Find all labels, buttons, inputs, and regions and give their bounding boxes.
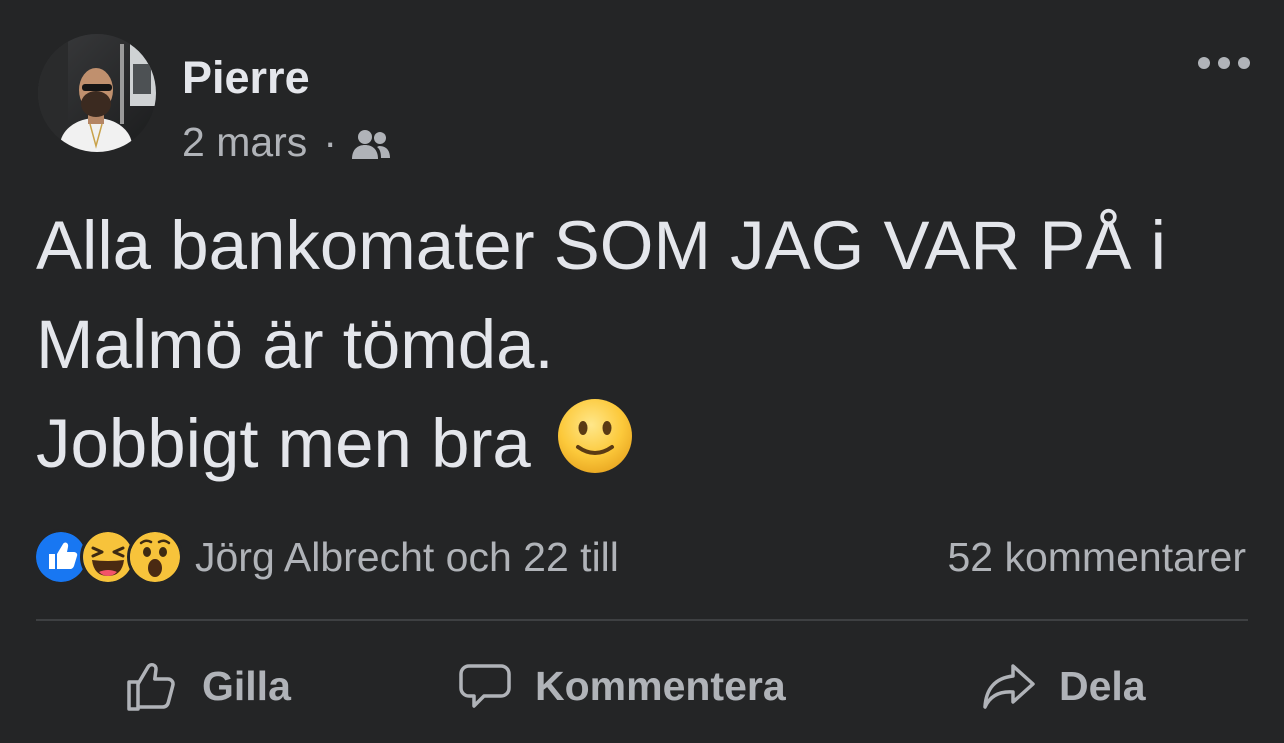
more-dot (1218, 57, 1230, 69)
comment-button[interactable]: Kommentera (457, 640, 786, 732)
divider (36, 619, 1248, 621)
comments-count[interactable]: 52 kommentarer (947, 532, 1246, 582)
meta-separator: · (323, 119, 337, 165)
post-body-line: Jobbigt men bra (36, 405, 531, 482)
more-dot (1198, 57, 1210, 69)
avatar-photo (38, 34, 156, 152)
post-meta: 2 mars · (182, 119, 391, 166)
author-avatar[interactable] (38, 34, 156, 152)
post-date[interactable]: 2 mars (182, 119, 307, 166)
reactions-summary[interactable]: Jörg Albrecht och 22 till (33, 529, 619, 585)
comment-bubble-icon (457, 658, 513, 714)
post-body-last-line: Jobbigt men bra (36, 394, 1266, 501)
share-arrow-icon (981, 658, 1037, 714)
like-button-label: Gilla (202, 662, 291, 709)
comment-button-label: Kommentera (535, 662, 786, 709)
reaction-icons (33, 529, 183, 585)
action-bar: Gilla Kommentera Dela (36, 640, 1248, 732)
author-name[interactable]: Pierre (182, 52, 310, 104)
share-button-label: Dela (1059, 662, 1146, 709)
share-button[interactable]: Dela (981, 640, 1146, 732)
post-body-line: Malmö är tömda. (36, 306, 554, 383)
post-body-line: Alla bankomater SOM JAG VAR PÅ i (36, 207, 1166, 284)
friends-icon[interactable] (351, 127, 391, 161)
post-body: Alla bankomater SOM JAG VAR PÅ i Malmö ä… (36, 196, 1266, 501)
like-button[interactable]: Gilla (124, 640, 291, 732)
more-dot (1238, 57, 1250, 69)
slightly-smiling-face-emoji (556, 397, 634, 501)
reactors-text[interactable]: Jörg Albrecht och 22 till (195, 534, 619, 581)
thumbs-up-icon (124, 658, 180, 714)
more-options-icon[interactable] (1198, 50, 1250, 76)
wow-reaction-icon (127, 529, 183, 585)
facebook-post: Pierre 2 mars · Alla bankomater SOM JAG … (0, 0, 1284, 743)
